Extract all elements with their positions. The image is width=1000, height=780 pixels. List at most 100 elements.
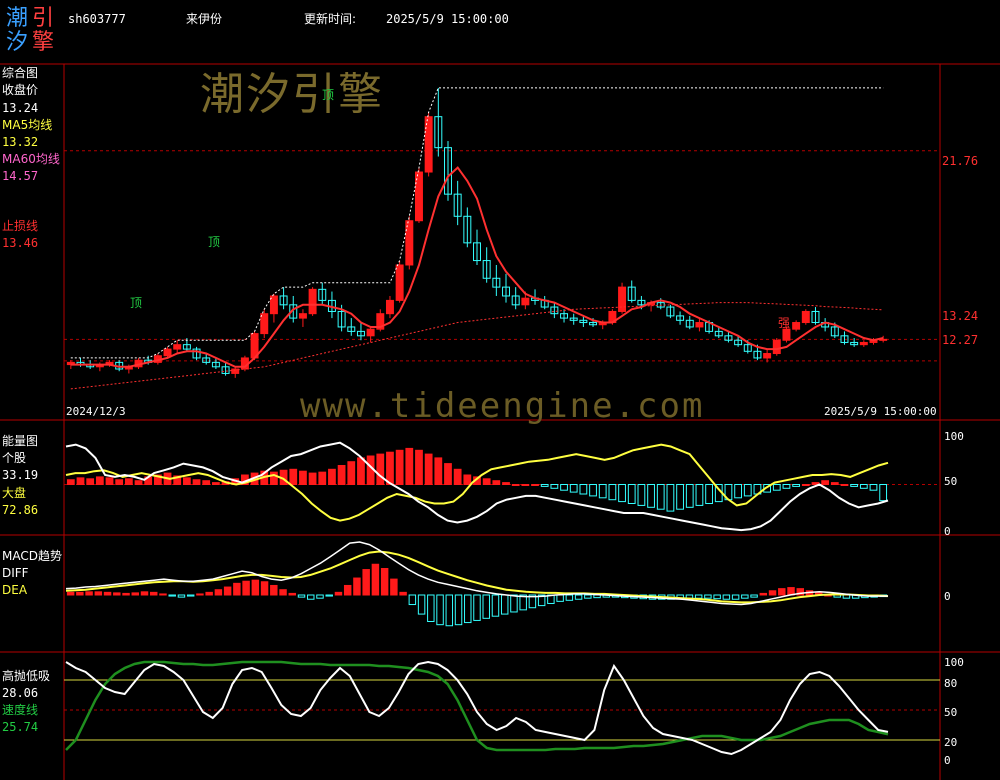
macd-bar — [325, 594, 333, 597]
macd-bar — [750, 594, 758, 598]
energy-bar — [318, 471, 327, 485]
logo-char-4: 擎 — [32, 30, 55, 55]
macd-bar — [500, 594, 509, 615]
macd-bar — [362, 569, 370, 596]
candle-body — [163, 348, 172, 357]
energy-bar — [734, 484, 742, 499]
macd-bar — [556, 594, 564, 602]
logo-char-3: 汐 — [6, 30, 29, 55]
energy-bar — [115, 479, 124, 485]
macd-bar — [445, 594, 454, 627]
energy-bar — [299, 470, 307, 486]
ma5-label: MA5均线 — [2, 118, 53, 132]
macd-bar — [168, 594, 176, 597]
candle-body — [260, 313, 269, 335]
energy-bar — [792, 484, 801, 487]
axis-tide-80: 80 — [944, 677, 958, 690]
energy-title: 能量图 — [2, 434, 39, 448]
stock-code: sh603777 — [68, 12, 126, 26]
energy-bar — [424, 453, 433, 486]
annotation-strong: 强 — [778, 316, 791, 330]
energy-bar — [821, 480, 830, 486]
macd-bar — [334, 591, 343, 596]
candle-body — [859, 341, 868, 346]
energy-bar — [376, 453, 385, 486]
axis-tide-100: 100 — [944, 656, 964, 669]
energy-bar — [492, 480, 501, 486]
macd-bar — [260, 581, 269, 596]
candle-body — [801, 310, 810, 324]
ma5-line — [70, 166, 884, 368]
candle-body — [695, 322, 704, 328]
energy-bar — [308, 472, 317, 486]
macd-bar — [584, 594, 592, 599]
annotation-top-1: 顶 — [130, 296, 143, 310]
update-time: 2025/5/9 15:00:00 — [386, 12, 509, 26]
macd-bar — [196, 593, 204, 596]
energy-bar — [415, 449, 423, 485]
date-start: 2024/12/3 — [66, 405, 126, 418]
macd-bar — [454, 594, 463, 626]
energy-bar — [705, 484, 713, 504]
macd-bar — [85, 591, 93, 596]
main-title: 综合图 — [2, 66, 39, 80]
logo-char-2: 引 — [32, 6, 55, 31]
macd-bar — [565, 594, 574, 601]
energy-bar — [86, 478, 95, 485]
energy-bar — [560, 484, 568, 491]
macd-bar — [214, 589, 223, 596]
energy-bar — [453, 468, 462, 485]
energy-bar — [666, 484, 675, 512]
energy-bar — [850, 484, 859, 487]
macd-title: MACD趋势 — [2, 549, 62, 563]
energy-bar — [482, 478, 491, 485]
macd-bar — [251, 579, 260, 596]
axis-energy-50: 50 — [944, 475, 958, 488]
macd-bar — [279, 589, 287, 596]
energy-bar — [782, 484, 791, 489]
macd-bar — [510, 594, 518, 613]
macd-bar — [408, 594, 417, 606]
energy-bar — [879, 484, 888, 502]
tide-value: 28.06 — [2, 686, 39, 700]
candle-body — [269, 295, 278, 315]
macd-bar — [371, 563, 380, 596]
tide-speed-label: 速度线 — [2, 703, 39, 717]
axis-main-1: 21.76 — [942, 154, 979, 168]
axis-energy-100: 100 — [944, 430, 964, 443]
macd-bar — [436, 594, 444, 626]
macd-bar — [103, 591, 112, 596]
tide-speed-value: 25.74 — [2, 720, 39, 734]
macd-bar — [399, 591, 407, 596]
energy-bar — [840, 484, 849, 486]
macd-bar — [270, 584, 278, 596]
annotation-top-3: 顶 — [322, 88, 335, 102]
chart-stage: 潮 引 汐 擎 sh603777 来伊份 更新时间: 2025/5/9 15:0… — [0, 0, 1000, 780]
macd-bar — [380, 568, 389, 596]
candle-body — [782, 328, 791, 341]
macd-bar — [768, 590, 777, 596]
candle-body — [366, 328, 375, 337]
axis-main-2: 13.24 — [942, 309, 979, 323]
macd-bar — [177, 594, 186, 598]
candle-body — [521, 297, 530, 306]
ma60-label: MA60均线 — [2, 152, 60, 166]
energy-stock-line — [65, 441, 889, 532]
macd-bar — [186, 594, 195, 597]
energy-bar — [685, 484, 694, 508]
energy-bar — [656, 484, 665, 510]
tide-speed-line — [65, 660, 889, 752]
candle-body — [792, 322, 801, 330]
energy-bar — [95, 476, 104, 485]
macd-bar — [242, 580, 250, 596]
axis-macd-0: 0 — [944, 590, 951, 603]
macd-bar — [722, 594, 731, 600]
macd-bar — [223, 586, 232, 596]
energy-stock-value: 33.19 — [2, 468, 39, 482]
candle-body — [308, 288, 317, 315]
macd-bar — [731, 594, 740, 600]
energy-bar — [502, 482, 510, 486]
close-label: 收盘价 — [2, 83, 39, 97]
energy-bar — [743, 484, 752, 497]
macd-bar — [233, 582, 241, 596]
